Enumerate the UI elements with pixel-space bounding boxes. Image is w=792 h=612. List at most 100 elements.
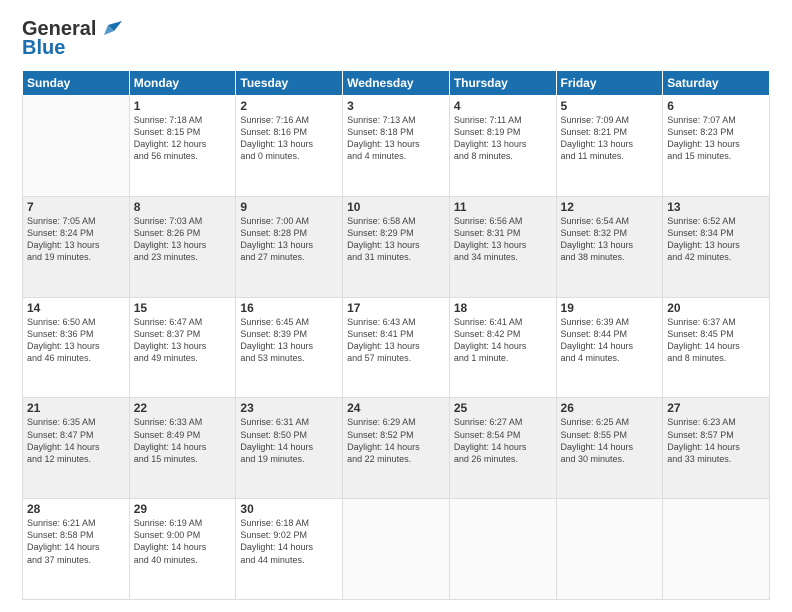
day-info: Sunrise: 7:16 AM Sunset: 8:16 PM Dayligh… — [240, 114, 338, 163]
weekday-header-row: SundayMondayTuesdayWednesdayThursdayFrid… — [23, 71, 770, 96]
day-info: Sunrise: 7:18 AM Sunset: 8:15 PM Dayligh… — [134, 114, 232, 163]
calendar-cell: 27Sunrise: 6:23 AM Sunset: 8:57 PM Dayli… — [663, 398, 770, 499]
calendar-cell: 29Sunrise: 6:19 AM Sunset: 9:00 PM Dayli… — [129, 499, 236, 600]
day-info: Sunrise: 7:03 AM Sunset: 8:26 PM Dayligh… — [134, 215, 232, 264]
weekday-header-monday: Monday — [129, 71, 236, 96]
calendar-cell: 24Sunrise: 6:29 AM Sunset: 8:52 PM Dayli… — [343, 398, 450, 499]
header: General Blue — [22, 18, 770, 60]
day-number: 2 — [240, 99, 338, 113]
day-info: Sunrise: 6:52 AM Sunset: 8:34 PM Dayligh… — [667, 215, 765, 264]
day-number: 19 — [561, 301, 659, 315]
calendar-cell: 26Sunrise: 6:25 AM Sunset: 8:55 PM Dayli… — [556, 398, 663, 499]
day-info: Sunrise: 7:09 AM Sunset: 8:21 PM Dayligh… — [561, 114, 659, 163]
calendar-week-row: 21Sunrise: 6:35 AM Sunset: 8:47 PM Dayli… — [23, 398, 770, 499]
day-number: 22 — [134, 401, 232, 415]
day-info: Sunrise: 6:47 AM Sunset: 8:37 PM Dayligh… — [134, 316, 232, 365]
weekday-header-friday: Friday — [556, 71, 663, 96]
day-info: Sunrise: 7:07 AM Sunset: 8:23 PM Dayligh… — [667, 114, 765, 163]
day-info: Sunrise: 7:11 AM Sunset: 8:19 PM Dayligh… — [454, 114, 552, 163]
day-number: 14 — [27, 301, 125, 315]
day-info: Sunrise: 6:54 AM Sunset: 8:32 PM Dayligh… — [561, 215, 659, 264]
day-number: 18 — [454, 301, 552, 315]
weekday-header-tuesday: Tuesday — [236, 71, 343, 96]
day-number: 23 — [240, 401, 338, 415]
day-info: Sunrise: 6:21 AM Sunset: 8:58 PM Dayligh… — [27, 517, 125, 566]
day-info: Sunrise: 6:39 AM Sunset: 8:44 PM Dayligh… — [561, 316, 659, 365]
calendar-cell: 8Sunrise: 7:03 AM Sunset: 8:26 PM Daylig… — [129, 196, 236, 297]
day-info: Sunrise: 7:13 AM Sunset: 8:18 PM Dayligh… — [347, 114, 445, 163]
calendar-cell: 19Sunrise: 6:39 AM Sunset: 8:44 PM Dayli… — [556, 297, 663, 398]
day-info: Sunrise: 6:37 AM Sunset: 8:45 PM Dayligh… — [667, 316, 765, 365]
day-number: 12 — [561, 200, 659, 214]
day-info: Sunrise: 6:18 AM Sunset: 9:02 PM Dayligh… — [240, 517, 338, 566]
day-number: 28 — [27, 502, 125, 516]
calendar-cell: 28Sunrise: 6:21 AM Sunset: 8:58 PM Dayli… — [23, 499, 130, 600]
day-number: 6 — [667, 99, 765, 113]
calendar-cell: 17Sunrise: 6:43 AM Sunset: 8:41 PM Dayli… — [343, 297, 450, 398]
page: General Blue SundayMondayTuesdayWednesda… — [0, 0, 792, 612]
calendar-cell: 20Sunrise: 6:37 AM Sunset: 8:45 PM Dayli… — [663, 297, 770, 398]
day-info: Sunrise: 7:05 AM Sunset: 8:24 PM Dayligh… — [27, 215, 125, 264]
calendar-cell: 12Sunrise: 6:54 AM Sunset: 8:32 PM Dayli… — [556, 196, 663, 297]
day-info: Sunrise: 6:25 AM Sunset: 8:55 PM Dayligh… — [561, 416, 659, 465]
calendar-cell: 4Sunrise: 7:11 AM Sunset: 8:19 PM Daylig… — [449, 96, 556, 197]
day-number: 21 — [27, 401, 125, 415]
calendar-cell: 23Sunrise: 6:31 AM Sunset: 8:50 PM Dayli… — [236, 398, 343, 499]
calendar-cell: 5Sunrise: 7:09 AM Sunset: 8:21 PM Daylig… — [556, 96, 663, 197]
day-number: 8 — [134, 200, 232, 214]
day-number: 7 — [27, 200, 125, 214]
calendar-cell: 3Sunrise: 7:13 AM Sunset: 8:18 PM Daylig… — [343, 96, 450, 197]
calendar-cell — [343, 499, 450, 600]
day-info: Sunrise: 6:50 AM Sunset: 8:36 PM Dayligh… — [27, 316, 125, 365]
calendar-week-row: 7Sunrise: 7:05 AM Sunset: 8:24 PM Daylig… — [23, 196, 770, 297]
calendar-cell — [23, 96, 130, 197]
calendar-cell: 21Sunrise: 6:35 AM Sunset: 8:47 PM Dayli… — [23, 398, 130, 499]
calendar-cell: 15Sunrise: 6:47 AM Sunset: 8:37 PM Dayli… — [129, 297, 236, 398]
calendar-cell: 22Sunrise: 6:33 AM Sunset: 8:49 PM Dayli… — [129, 398, 236, 499]
calendar-week-row: 1Sunrise: 7:18 AM Sunset: 8:15 PM Daylig… — [23, 96, 770, 197]
day-number: 11 — [454, 200, 552, 214]
calendar-cell: 7Sunrise: 7:05 AM Sunset: 8:24 PM Daylig… — [23, 196, 130, 297]
calendar-cell — [556, 499, 663, 600]
calendar-cell: 13Sunrise: 6:52 AM Sunset: 8:34 PM Dayli… — [663, 196, 770, 297]
day-number: 5 — [561, 99, 659, 113]
day-number: 26 — [561, 401, 659, 415]
day-number: 13 — [667, 200, 765, 214]
day-info: Sunrise: 6:23 AM Sunset: 8:57 PM Dayligh… — [667, 416, 765, 465]
day-number: 27 — [667, 401, 765, 415]
calendar-cell: 6Sunrise: 7:07 AM Sunset: 8:23 PM Daylig… — [663, 96, 770, 197]
day-info: Sunrise: 6:41 AM Sunset: 8:42 PM Dayligh… — [454, 316, 552, 365]
day-info: Sunrise: 6:31 AM Sunset: 8:50 PM Dayligh… — [240, 416, 338, 465]
day-info: Sunrise: 6:58 AM Sunset: 8:29 PM Dayligh… — [347, 215, 445, 264]
day-number: 3 — [347, 99, 445, 113]
day-info: Sunrise: 6:29 AM Sunset: 8:52 PM Dayligh… — [347, 416, 445, 465]
day-number: 17 — [347, 301, 445, 315]
calendar-cell: 30Sunrise: 6:18 AM Sunset: 9:02 PM Dayli… — [236, 499, 343, 600]
day-number: 9 — [240, 200, 338, 214]
day-info: Sunrise: 6:45 AM Sunset: 8:39 PM Dayligh… — [240, 316, 338, 365]
logo-blue: Blue — [22, 37, 65, 60]
calendar-cell: 14Sunrise: 6:50 AM Sunset: 8:36 PM Dayli… — [23, 297, 130, 398]
weekday-header-wednesday: Wednesday — [343, 71, 450, 96]
day-number: 10 — [347, 200, 445, 214]
day-info: Sunrise: 6:33 AM Sunset: 8:49 PM Dayligh… — [134, 416, 232, 465]
calendar-cell: 25Sunrise: 6:27 AM Sunset: 8:54 PM Dayli… — [449, 398, 556, 499]
calendar-cell — [449, 499, 556, 600]
day-number: 29 — [134, 502, 232, 516]
day-number: 1 — [134, 99, 232, 113]
weekday-header-thursday: Thursday — [449, 71, 556, 96]
day-info: Sunrise: 7:00 AM Sunset: 8:28 PM Dayligh… — [240, 215, 338, 264]
logo-bird-icon — [100, 21, 122, 39]
day-number: 4 — [454, 99, 552, 113]
day-number: 30 — [240, 502, 338, 516]
calendar-cell: 18Sunrise: 6:41 AM Sunset: 8:42 PM Dayli… — [449, 297, 556, 398]
day-number: 24 — [347, 401, 445, 415]
day-number: 25 — [454, 401, 552, 415]
day-number: 20 — [667, 301, 765, 315]
day-info: Sunrise: 6:43 AM Sunset: 8:41 PM Dayligh… — [347, 316, 445, 365]
calendar-week-row: 14Sunrise: 6:50 AM Sunset: 8:36 PM Dayli… — [23, 297, 770, 398]
calendar-cell: 16Sunrise: 6:45 AM Sunset: 8:39 PM Dayli… — [236, 297, 343, 398]
day-info: Sunrise: 6:56 AM Sunset: 8:31 PM Dayligh… — [454, 215, 552, 264]
calendar-cell: 9Sunrise: 7:00 AM Sunset: 8:28 PM Daylig… — [236, 196, 343, 297]
calendar-table: SundayMondayTuesdayWednesdayThursdayFrid… — [22, 70, 770, 600]
